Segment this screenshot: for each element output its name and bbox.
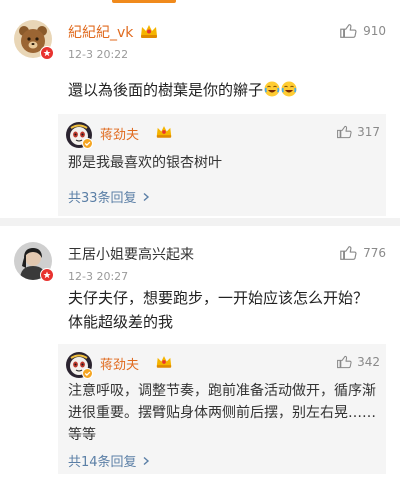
reply-like-button[interactable]: 342: [336, 354, 380, 370]
chevron-right-icon: [143, 192, 149, 201]
reply-text: 注意呼吸，调整节奏，跑前准备活动做开，循序渐进很重要。摆臂贴身体两侧前后摆，别左…: [68, 383, 376, 443]
like-count: 317: [357, 125, 380, 139]
username[interactable]: 王居小姐要高兴起来: [68, 244, 194, 264]
like-count: 910: [363, 24, 386, 38]
section-divider: [0, 218, 400, 226]
crown-level-icon: [139, 23, 159, 39]
verified-badge-icon: [40, 268, 54, 282]
chevron-right-icon: [143, 456, 149, 465]
active-tab-indicator: [112, 0, 176, 3]
comment-text: 還以為後面的樹葉是你的辮子: [68, 78, 368, 102]
username[interactable]: 紀紀紀_vk: [68, 22, 133, 42]
like-count: 776: [363, 246, 386, 260]
timestamp: 12-3 20:27: [68, 270, 129, 283]
like-count: 342: [357, 355, 380, 369]
comment-text: 夫仔夫仔，想要跑步，一开始应该怎么开始？体能超级差的我: [68, 289, 369, 331]
crown-level-icon: [155, 124, 173, 139]
like-button[interactable]: 776: [339, 244, 386, 262]
verified-badge-icon: [82, 138, 93, 149]
crown-level-icon: [155, 354, 173, 369]
thumbs-up-icon: [337, 355, 352, 369]
reply-like-button[interactable]: 317: [336, 124, 380, 140]
reply-text: 那是我最喜欢的银杏树叶: [68, 155, 222, 171]
more-replies-link[interactable]: 共33条回复: [68, 187, 151, 206]
reply-username[interactable]: 蒋劲夫: [100, 124, 139, 143]
like-button[interactable]: 910: [339, 22, 386, 40]
more-replies-label: 共14条回复: [68, 455, 137, 470]
reply-box: 蒋劲夫 342 注意呼吸，调整节奏，跑前准备活动做开，循序渐进很重要。摆臂贴身体…: [58, 344, 386, 474]
more-replies-label: 共33条回复: [68, 191, 137, 206]
verified-badge-icon: [82, 368, 93, 379]
laugh-cry-emoji-icon: [264, 81, 280, 97]
timestamp: 12-3 20:22: [68, 48, 129, 61]
comment-body: 還以為後面的樹葉是你的辮子: [68, 81, 264, 99]
reply-box: 蒋劲夫 317 那是我最喜欢的银杏树叶 共33条回复: [58, 114, 386, 216]
thumbs-up-icon: [340, 246, 357, 260]
more-replies-link[interactable]: 共14条回复: [68, 451, 151, 470]
laugh-cry-emoji-icon: [281, 81, 297, 97]
reply-username[interactable]: 蒋劲夫: [100, 354, 139, 373]
thumbs-up-icon: [340, 24, 357, 38]
thumbs-up-icon: [337, 125, 352, 139]
verified-badge-icon: [40, 46, 54, 60]
